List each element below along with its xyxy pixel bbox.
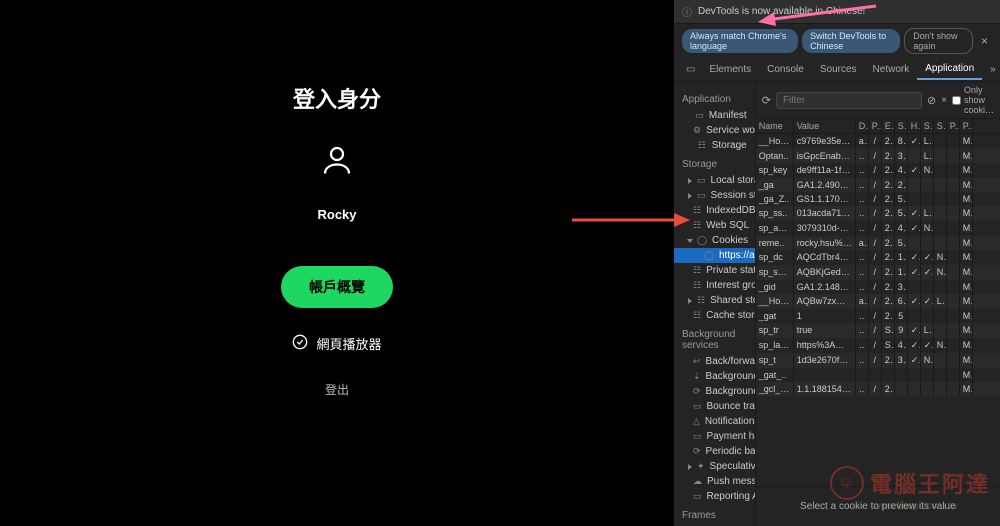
- devtools-tabs: ▭ Elements Console Sources Network Appli…: [674, 58, 1000, 82]
- sidebar-item[interactable]: ☷Web SQL: [674, 218, 755, 233]
- table-row[interactable]: _gidGA1.2.148962..../2..3..M..: [756, 280, 1000, 294]
- table-header[interactable]: S..: [921, 119, 934, 133]
- info-icon: ⓘ: [682, 4, 692, 19]
- sidebar-item[interactable]: ◯Cookies: [674, 233, 755, 248]
- sidebar-section: Storage: [674, 153, 755, 173]
- account-overview-button[interactable]: 帳戶概覽: [281, 266, 393, 308]
- refresh-icon[interactable]: ⟳: [762, 94, 771, 107]
- sidebar-item[interactable]: ▭Payment handler: [674, 429, 755, 444]
- chip-dont-show[interactable]: Don't show again: [904, 28, 973, 54]
- watermark-url: www.kocpc.com.tw: [874, 501, 958, 512]
- sidebar-item[interactable]: ☷Shared storage: [674, 293, 755, 308]
- sidebar-item[interactable]: ▭Reporting API: [674, 489, 755, 504]
- devtools-banner: ⓘ DevTools is now available in Chinese!: [674, 0, 1000, 24]
- watermark: ☺ 電腦王阿達: [830, 466, 990, 500]
- table-row[interactable]: sp_dcAQCdTbr4Pt1..../2..1..✓✓N..M..: [756, 250, 1000, 265]
- sidebar-item[interactable]: ⚙Service workers: [674, 123, 755, 138]
- table-header[interactable]: Value: [794, 119, 856, 133]
- tab-console[interactable]: Console: [759, 60, 812, 79]
- table-row[interactable]: sp_ss..013acda71909..../2..5..✓L..M..: [756, 206, 1000, 221]
- filter-input[interactable]: [776, 92, 922, 109]
- sidebar-section: Frames: [674, 504, 755, 524]
- banner-text: DevTools is now available in Chinese!: [698, 6, 865, 17]
- delete-icon[interactable]: ×: [941, 95, 947, 106]
- app-sidebar: Application▭Manifest⚙Service workers☷Sto…: [674, 82, 756, 526]
- table-row[interactable]: _gcl_au1.1.188154912..../2..M..: [756, 382, 1000, 396]
- sidebar-section: Background services: [674, 323, 755, 354]
- cookie-table: NameValueD..P..E..S..H..S..S..P..P.. __H…: [756, 119, 1000, 486]
- table-row[interactable]: _ga_Z..GS1.1.170606..../2..5..M..: [756, 192, 1000, 206]
- table-header[interactable]: S..: [895, 119, 908, 133]
- table-row[interactable]: sp_t1d3e2670f2ad..../2..3..✓N..M..: [756, 353, 1000, 368]
- table-row[interactable]: Optan..isGpcEnabled..../2..3..L..M..: [756, 149, 1000, 163]
- table-header[interactable]: S..: [934, 119, 947, 133]
- sidebar-item[interactable]: ✦Speculative loads: [674, 459, 755, 474]
- sidebar-item[interactable]: △Notifications: [674, 414, 755, 429]
- sidebar-item[interactable]: ▭Manifest: [674, 108, 755, 123]
- sidebar-item[interactable]: ▭Session storage: [674, 188, 755, 203]
- banner-close-icon[interactable]: ×: [977, 34, 992, 48]
- sidebar-item[interactable]: ☷Cache storage: [674, 308, 755, 323]
- sidebar-item[interactable]: ▭Local storage: [674, 173, 755, 188]
- sidebar-item[interactable]: ☷Private state tokens: [674, 263, 755, 278]
- sidebar-item[interactable]: ↩Back/forward cache: [674, 354, 755, 369]
- tab-network[interactable]: Network: [865, 60, 918, 79]
- table-header[interactable]: P..: [869, 119, 882, 133]
- web-player-link[interactable]: 網頁播放器: [292, 334, 381, 353]
- username-label: Rocky: [317, 207, 356, 222]
- table-row[interactable]: _gaGA1.2.490459..../2..2..M..: [756, 178, 1000, 192]
- sidebar-section: Application: [674, 88, 755, 108]
- sidebar-item[interactable]: ☷IndexedDB: [674, 203, 755, 218]
- chip-switch-lang[interactable]: Switch DevTools to Chinese: [802, 29, 900, 53]
- table-header[interactable]: P..: [960, 119, 973, 133]
- only-show-checkbox[interactable]: Only show cooki…: [952, 85, 994, 115]
- table-row[interactable]: reme..rocky.hsu%40..a../2..5..M..: [756, 236, 1000, 250]
- tab-more[interactable]: »: [982, 60, 1000, 79]
- sidebar-item[interactable]: ⟳Periodic background sync: [674, 444, 755, 459]
- chip-always-match[interactable]: Always match Chrome's language: [682, 29, 798, 53]
- clear-icon[interactable]: ⊘: [927, 94, 936, 107]
- sidebar-cookie-origin[interactable]: ◯https://accounts.spotify.co: [674, 248, 755, 263]
- table-row[interactable]: sp_keyde9ff11a-1f94..../2..4..✓N..M..: [756, 163, 1000, 178]
- table-header[interactable]: P..: [947, 119, 960, 133]
- table-row[interactable]: sp_trtrue../S..9✓L..M..: [756, 323, 1000, 338]
- sidebar-item[interactable]: ☷Interest groups: [674, 278, 755, 293]
- devtools-panel: ⓘ DevTools is now available in Chinese! …: [674, 0, 1000, 526]
- table-header[interactable]: Name: [756, 119, 794, 133]
- tab-application[interactable]: Application: [917, 59, 982, 80]
- table-header[interactable]: D..: [856, 119, 869, 133]
- table-row[interactable]: sp_sec..AQBKjGedAZK..../2..1..✓✓N..M..: [756, 265, 1000, 280]
- table-row[interactable]: __Hos..AQBw7zxCRV..a../2..6..✓✓L..M..: [756, 294, 1000, 309]
- watermark-face-icon: ☺: [830, 466, 864, 500]
- check-circle-icon: [292, 334, 308, 353]
- web-player-label: 網頁播放器: [316, 334, 381, 353]
- table-header[interactable]: E..: [882, 119, 895, 133]
- sidebar-item[interactable]: ☁Push messaging: [674, 474, 755, 489]
- table-row[interactable]: sp_adid3079310d-377..../2..4..✓N..M..: [756, 221, 1000, 236]
- sidebar-item[interactable]: ☷Storage: [674, 138, 755, 153]
- sidebar-item[interactable]: ⇣Background fetch: [674, 369, 755, 384]
- logout-link[interactable]: 登出: [325, 381, 349, 398]
- table-header[interactable]: H..: [908, 119, 921, 133]
- tab-sources[interactable]: Sources: [812, 60, 865, 79]
- table-row[interactable]: _gat_..M..: [756, 368, 1000, 382]
- sidebar-item[interactable]: ⟳Background sync: [674, 384, 755, 399]
- table-row[interactable]: sp_lan..https%3A%2F..../S..4..✓✓N..M..: [756, 338, 1000, 353]
- tab-elements[interactable]: Elements: [701, 60, 759, 79]
- sidebar-item[interactable]: ▭Bounce tracking mitigations: [674, 399, 755, 414]
- login-title: 登入身分: [293, 82, 381, 114]
- table-row[interactable]: __Hos..c9769e35e984..a../2..8..✓L..M..: [756, 134, 1000, 149]
- avatar-icon: [319, 142, 355, 183]
- table-row[interactable]: _gat1../2..5M..: [756, 309, 1000, 323]
- inspect-icon[interactable]: ▭: [680, 64, 701, 75]
